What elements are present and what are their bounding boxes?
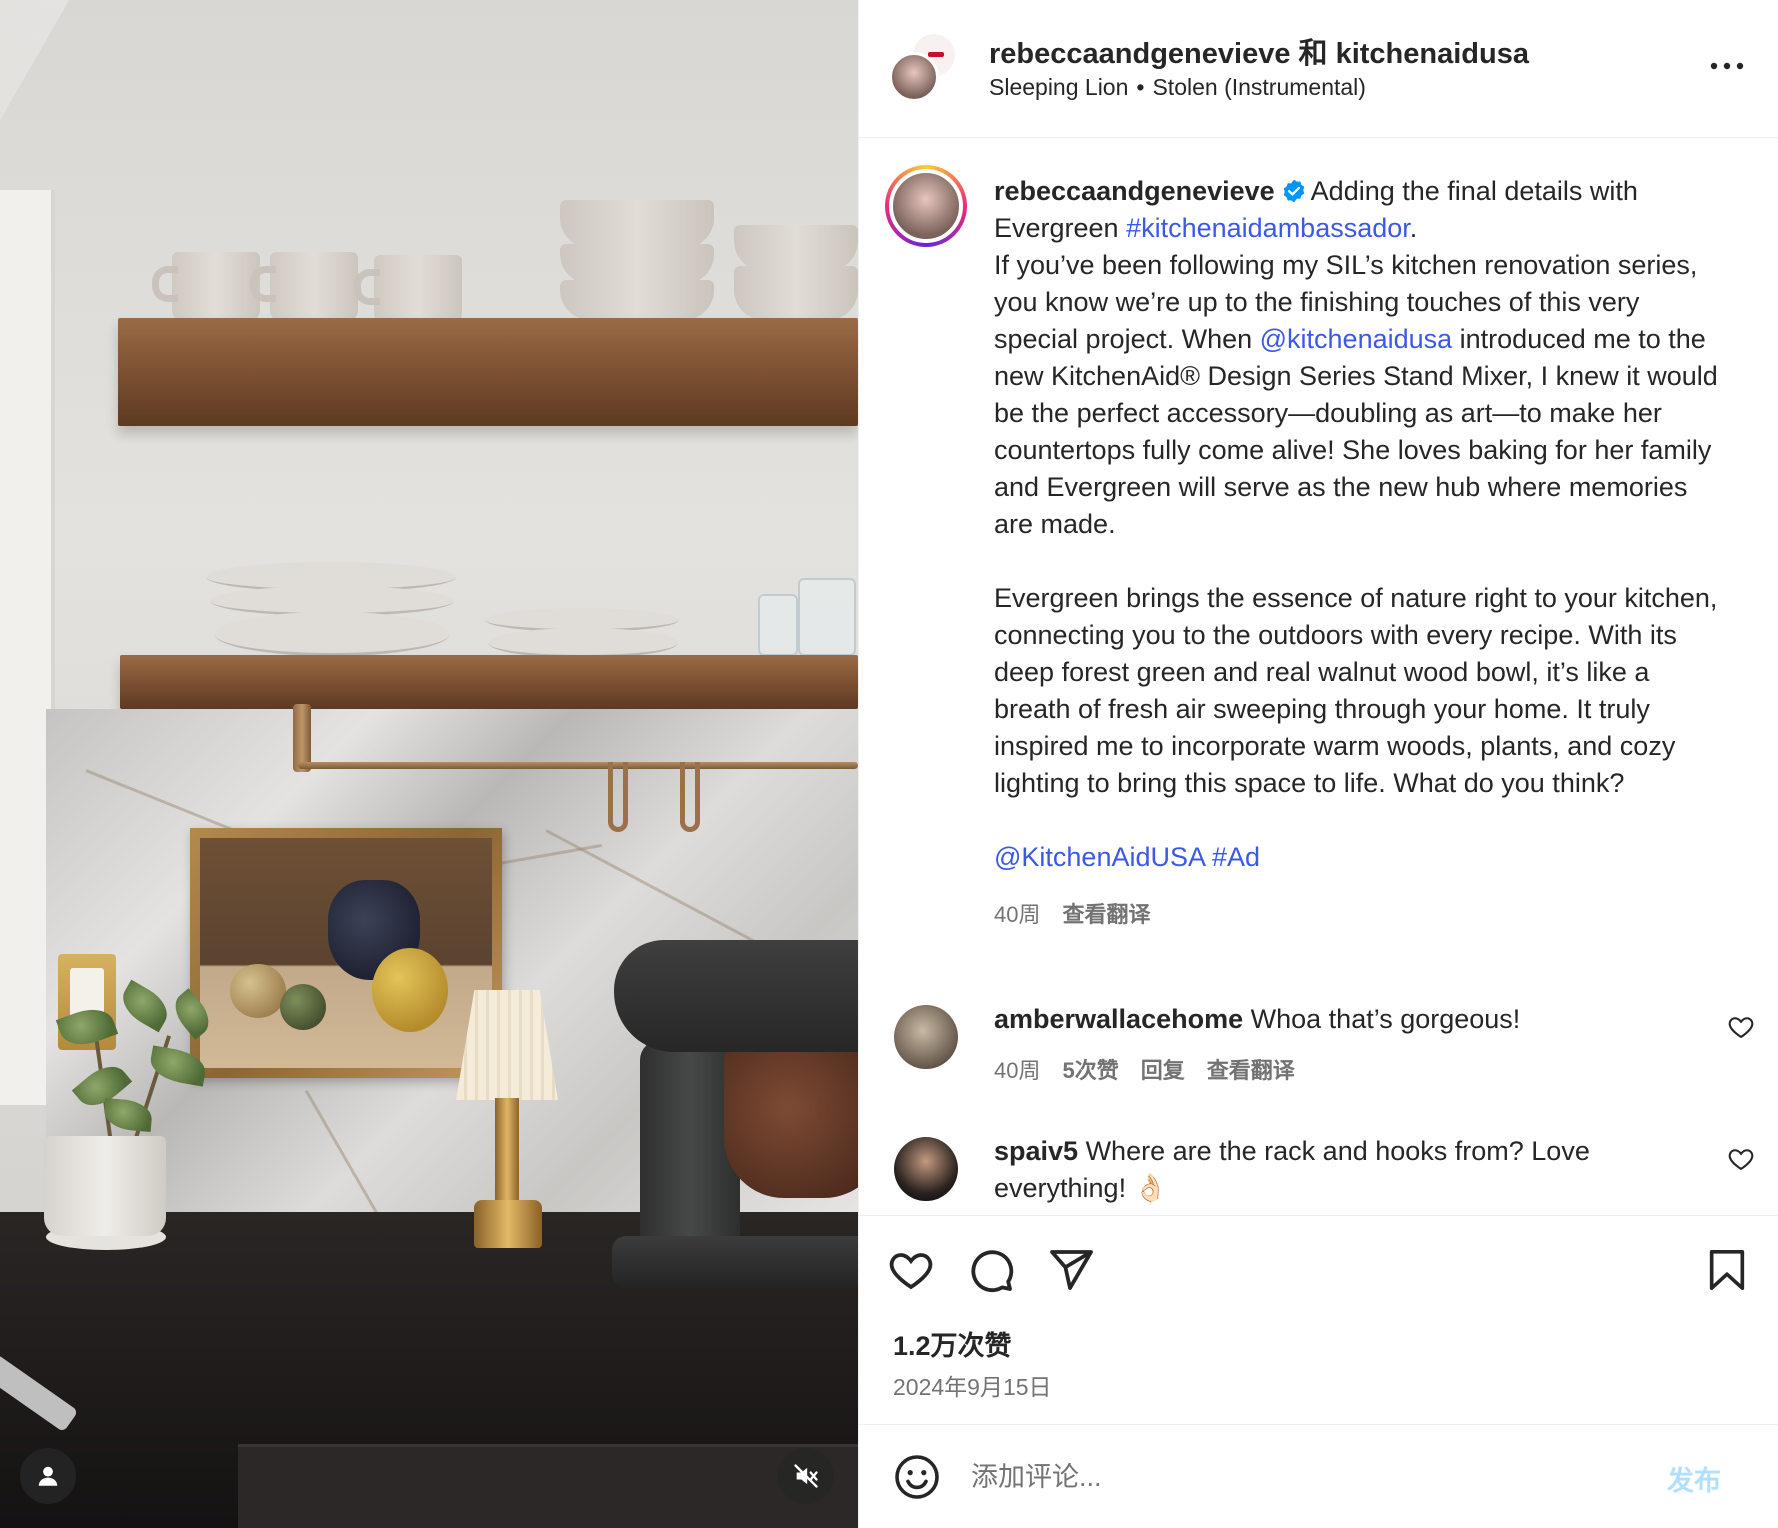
- comment-meta: 40周 5次赞 回复 查看翻译: [994, 1052, 1654, 1089]
- bowl-stack: [560, 244, 714, 284]
- caption-text: introduced me to the new KitchenAid® Des…: [994, 324, 1718, 539]
- like-button[interactable]: [885, 1244, 937, 1296]
- heart-icon: [889, 1253, 933, 1290]
- bowl-stack: [560, 280, 714, 320]
- caption-avatar[interactable]: [885, 165, 967, 247]
- mention-link[interactable]: @kitchenaidusa: [1260, 324, 1453, 354]
- plate-stack: [214, 612, 450, 656]
- caption-meta: 40周 查看翻译: [994, 896, 1729, 933]
- caption-period: .: [1409, 213, 1418, 243]
- comment-button[interactable]: [965, 1244, 1017, 1296]
- likes-count[interactable]: 1.2万次赞: [893, 1324, 1012, 1363]
- bowl-stack: [734, 266, 858, 320]
- save-button[interactable]: [1701, 1244, 1753, 1296]
- comment-timestamp[interactable]: 40周: [994, 1058, 1040, 1083]
- still-life-painting: [190, 828, 502, 1078]
- caption-paragraph-2: Evergreen brings the essence of nature r…: [994, 583, 1718, 798]
- comment-text: Where are the rack and hooks from? Love …: [994, 1136, 1590, 1203]
- avatar[interactable]: [894, 1137, 958, 1201]
- see-translation-button[interactable]: 查看翻译: [1062, 902, 1150, 927]
- post-date[interactable]: 2024年9月15日: [893, 1368, 1052, 1402]
- post-caption: rebeccaandgenevieve Adding the final deta…: [994, 173, 1729, 933]
- mug: [152, 252, 260, 322]
- comment-input[interactable]: [971, 1455, 1601, 1499]
- smiley-icon[interactable]: [893, 1453, 941, 1501]
- post-header: rebeccaandgenevieve 和 kitchenaidusa Slee…: [859, 0, 1778, 138]
- tagged-users-button[interactable]: [20, 1448, 76, 1504]
- wood-shelf-top: [118, 318, 858, 426]
- avatar[interactable]: [894, 1005, 958, 1069]
- comment-likes-count[interactable]: 5次赞: [1062, 1058, 1118, 1083]
- caption-timestamp[interactable]: 40周: [994, 902, 1040, 927]
- audio-artist[interactable]: Sleeping Lion: [989, 74, 1128, 100]
- hashtag-link[interactable]: #kitchenaidambassador: [1126, 213, 1410, 243]
- stand-mixer-head: [614, 940, 858, 1052]
- mute-toggle-button[interactable]: [778, 1448, 834, 1504]
- heart-icon[interactable]: [1727, 1013, 1755, 1041]
- share-button[interactable]: [1045, 1244, 1097, 1296]
- s-hook: [680, 762, 700, 832]
- plant-pot: [44, 1136, 166, 1236]
- bowl-stack: [560, 200, 714, 248]
- comments-scroll-area[interactable]: rebeccaandgenevieve Adding the final deta…: [859, 139, 1778, 1215]
- hashtag-link[interactable]: #Ad: [1212, 842, 1260, 872]
- comment-text: Whoa that’s gorgeous!: [1250, 1004, 1521, 1034]
- lamp-stem: [495, 1098, 519, 1208]
- caption-username[interactable]: rebeccaandgenevieve: [994, 176, 1275, 206]
- speaker-muted-icon: [794, 1464, 818, 1488]
- glass: [758, 594, 798, 656]
- user-icon: [38, 1466, 58, 1486]
- post-comment-button[interactable]: 发布: [1667, 1459, 1721, 1498]
- lamp-base: [474, 1200, 542, 1248]
- avatar-rebeccaandgenevieve[interactable]: [889, 52, 939, 102]
- more-options-button[interactable]: [1705, 48, 1749, 84]
- bowl-stack: [734, 225, 858, 271]
- post-author-title[interactable]: rebeccaandgenevieve 和 kitchenaidusa: [989, 30, 1529, 72]
- reply-button[interactable]: 回复: [1141, 1058, 1185, 1083]
- plate-stack: [488, 628, 678, 658]
- add-comment-bar: 发布: [859, 1424, 1778, 1528]
- stand-mixer-bowl: [724, 1048, 858, 1198]
- comment-username[interactable]: spaiv5: [994, 1136, 1078, 1166]
- wood-shelf-bottom: [120, 655, 858, 709]
- see-translation-button[interactable]: 查看翻译: [1207, 1058, 1295, 1083]
- heart-icon[interactable]: [1727, 1145, 1755, 1173]
- audio-track[interactable]: Stolen (Instrumental): [1152, 74, 1365, 100]
- comment-username[interactable]: amberwallacehome: [994, 1004, 1243, 1034]
- counter-edge: [238, 1444, 858, 1528]
- brass-rail: [298, 762, 858, 769]
- mug: [354, 255, 462, 325]
- s-hook: [608, 762, 628, 832]
- mention-link[interactable]: @KitchenAidUSA: [994, 842, 1205, 872]
- bookmark-icon: [1709, 1249, 1745, 1291]
- audio-info[interactable]: Sleeping Lion • Stolen (Instrumental): [989, 74, 1366, 101]
- audio-separator: •: [1136, 74, 1145, 100]
- post-media-video[interactable]: [0, 0, 858, 1528]
- paper-plane-icon: [1050, 1250, 1093, 1290]
- more-horizontal-icon: [1710, 62, 1744, 70]
- mug: [250, 252, 358, 322]
- post-actions: 1.2万次赞 2024年9月15日: [859, 1215, 1778, 1425]
- glass: [798, 578, 856, 656]
- collab-avatars[interactable]: [889, 32, 959, 102]
- comment-bubble-icon: [971, 1250, 1014, 1293]
- stand-mixer-base: [612, 1236, 858, 1288]
- post-side-panel: rebeccaandgenevieve 和 kitchenaidusa Slee…: [858, 0, 1778, 1528]
- verified-badge-icon: [1283, 179, 1304, 203]
